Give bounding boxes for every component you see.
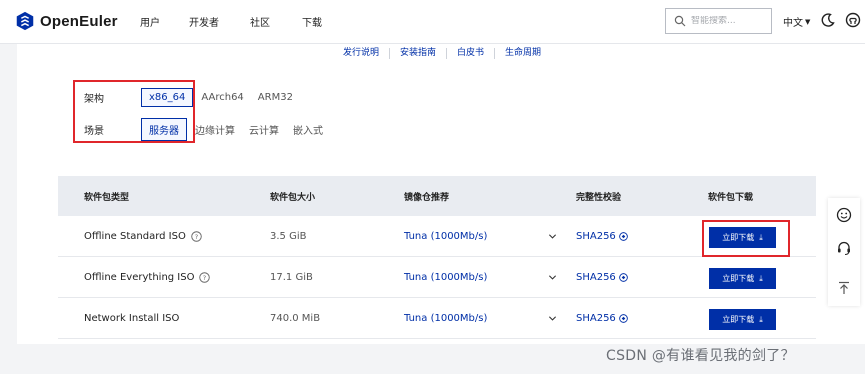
download-card: 发行说明 安装指南 白皮书 生命周期 架构 x86_64 AArch64 ARM… [17,44,865,344]
col-download: 软件包下载 [708,192,754,203]
copy-icon [618,313,628,323]
package-name-text: Network Install ISO [84,312,180,324]
scene-option-server[interactable]: 服务器 [141,118,187,141]
download-button[interactable]: 立即下载 ⤓ [709,268,776,289]
moon-icon[interactable] [820,12,836,28]
mirror-select[interactable]: Tuna (1000Mb/s) [404,231,487,242]
table-row: Network Install ISO 740.0 MiB Tuna (1000… [58,298,816,339]
checksum-link[interactable]: SHA256 [576,313,628,324]
language-label: 中文 [783,18,803,29]
package-size: 740.0 MiB [270,312,321,324]
package-name: Network Install ISO [84,313,179,324]
col-mirror: 镜像仓推荐 [404,192,450,203]
mirror-select[interactable]: Tuna (1000Mb/s) [404,272,487,283]
checksum-text: SHA256 [576,312,616,324]
smile-feedback-icon[interactable] [836,207,852,223]
help-icon[interactable]: ? [199,271,211,283]
search-input[interactable] [691,16,771,26]
checksum-link[interactable]: SHA256 [576,231,628,242]
svg-text:?: ? [203,273,206,281]
package-name-text: Offline Everything ISO [84,271,195,283]
help-icon[interactable]: ? [191,230,202,242]
csdn-watermark: CSDN @有谁看见我的剑了？ [606,348,795,364]
doc-links: 发行说明 安装指南 白皮书 生命周期 [333,48,551,59]
col-checksum: 完整性校验 [576,192,622,203]
arch-label: 架构 [84,94,104,105]
copy-icon [618,272,628,282]
headset-support-icon[interactable] [836,240,852,256]
package-name: Offline Everything ISO ? [84,271,211,283]
nav-download[interactable]: 下载 [302,14,322,29]
link-whitepaper[interactable]: 白皮书 [446,48,494,59]
nav-community[interactable]: 社区 [250,14,270,29]
scene-option-edge[interactable]: 边缘计算 [195,122,235,137]
link-lifecycle[interactable]: 生命周期 [494,48,551,59]
svg-text:?: ? [195,232,198,240]
arch-option-x86_64[interactable]: x86_64 [141,88,194,107]
download-arrow-icon: ⤓ [759,314,763,324]
chevron-down-icon[interactable] [548,314,557,323]
side-toolbar [828,198,860,306]
checksum-link[interactable]: SHA256 [576,272,628,283]
package-size: 3.5 GiB [270,230,307,242]
arch-filter: 架构 x86_64 AArch64 ARM32 [84,88,307,107]
download-table: 软件包类型 软件包大小 镜像仓推荐 完整性校验 软件包下载 Offline St… [58,176,816,339]
download-arrow-icon: ⤓ [759,273,763,283]
checksum-text: SHA256 [576,230,616,242]
scene-option-cloud[interactable]: 云计算 [249,122,279,137]
nav-users[interactable]: 用户 [140,14,160,29]
col-size: 软件包大小 [270,192,316,203]
col-type: 软件包类型 [84,192,130,203]
chevron-down-icon[interactable] [548,273,557,282]
openeuler-logo[interactable]: OpenEuler [14,10,118,32]
chevron-down-icon: ▼ [805,17,811,26]
arch-option-arm32[interactable]: ARM32 [258,92,293,103]
scene-label: 场景 [84,126,104,137]
scene-filter: 场景 服务器 边缘计算 云计算 嵌入式 [84,118,337,141]
search-icon [674,15,686,27]
search-box[interactable] [665,8,772,34]
link-install-guide[interactable]: 安装指南 [389,48,446,59]
package-size: 17.1 GiB [270,271,313,283]
chevron-down-icon[interactable] [548,232,557,241]
copy-icon [618,231,628,241]
download-button-label: 立即下载 [722,315,755,324]
nav-developers[interactable]: 开发者 [189,14,219,29]
table-header: 软件包类型 软件包大小 镜像仓推荐 完整性校验 软件包下载 [58,176,816,216]
code-repo-icon[interactable] [845,12,861,28]
checksum-text: SHA256 [576,271,616,283]
openeuler-logo-icon [16,11,34,31]
download-highlight-box [702,220,790,257]
top-header: OpenEuler 用户 开发者 社区 下载 中文 ▼ [0,0,865,44]
download-button-label: 立即下载 [722,274,755,283]
logo-text: OpenEuler [40,12,118,30]
arch-option-aarch64[interactable]: AArch64 [201,92,243,103]
link-release-notes[interactable]: 发行说明 [333,48,389,59]
table-row: Offline Everything ISO ? 17.1 GiB Tuna (… [58,257,816,298]
download-button[interactable]: 立即下载 ⤓ [709,309,776,330]
back-to-top-icon[interactable] [836,280,852,296]
package-name-text: Offline Standard ISO [84,230,186,242]
mirror-select[interactable]: Tuna (1000Mb/s) [404,313,487,324]
language-select[interactable]: 中文 ▼ [783,14,811,30]
scene-option-embedded[interactable]: 嵌入式 [293,122,323,137]
package-name: Offline Standard ISO ? [84,231,202,242]
